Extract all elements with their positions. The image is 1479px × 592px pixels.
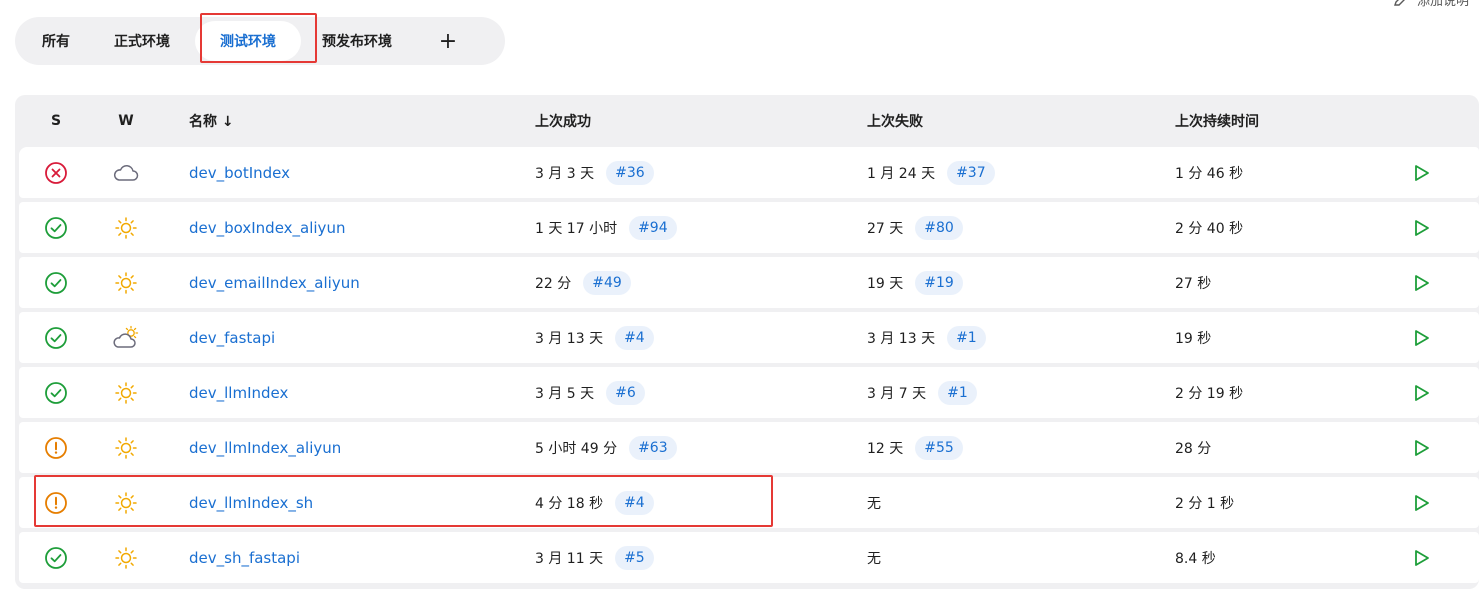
last-duration: 19 秒 (1175, 330, 1212, 347)
jobs-table: S W 名称 ↓ 上次成功 上次失败 上次持续时间 dev_botIndex 3… (15, 95, 1479, 589)
success-status-icon (19, 381, 93, 405)
last-failure-time: 3 月 13 天 (867, 330, 936, 347)
partly-cloudy-icon (93, 325, 159, 351)
run-build-icon[interactable] (1381, 273, 1461, 293)
table-row: dev_boxIndex_aliyun 1 天 17 小时 #94 27 天 #… (19, 202, 1479, 253)
last-success-time: 3 月 3 天 (535, 165, 595, 182)
last-duration: 28 分 (1175, 440, 1212, 457)
add-description-label: 添加说明 (1416, 0, 1469, 9)
header-last-duration[interactable]: 上次持续时间 (1175, 111, 1381, 131)
table-row: dev_llmIndex 3 月 5 天 #6 3 月 7 天 #1 2 分 1… (19, 367, 1479, 418)
job-name-link[interactable]: dev_sh_fastapi (189, 549, 300, 567)
run-build-icon[interactable] (1381, 438, 1461, 458)
last-success-time: 4 分 18 秒 (535, 495, 604, 512)
last-success-time: 5 小时 49 分 (535, 440, 618, 457)
sunny-icon (93, 545, 159, 571)
success-build-link[interactable]: #36 (606, 160, 654, 185)
last-failure-time: 27 天 (867, 220, 904, 237)
last-success-time: 3 月 11 天 (535, 550, 604, 567)
last-failure-time: 19 天 (867, 275, 904, 292)
failure-build-link[interactable]: #1 (947, 325, 986, 350)
last-duration: 2 分 19 秒 (1175, 385, 1244, 402)
header-weather[interactable]: W (93, 113, 159, 129)
sunny-icon (93, 490, 159, 516)
run-build-icon[interactable] (1381, 218, 1461, 238)
unstable-status-icon (19, 491, 93, 515)
tab-test[interactable]: 测试环境 (195, 21, 301, 61)
last-failure-time: 无 (867, 550, 881, 567)
failed-status-icon (19, 161, 93, 185)
header-last-success[interactable]: 上次成功 (535, 111, 867, 131)
header-status[interactable]: S (19, 113, 93, 129)
last-success-time: 1 天 17 小时 (535, 220, 618, 237)
add-description-button[interactable]: 添加说明 (1393, 0, 1469, 9)
last-duration: 2 分 40 秒 (1175, 220, 1244, 237)
run-build-icon[interactable] (1381, 493, 1461, 513)
job-name-link[interactable]: dev_emailIndex_aliyun (189, 274, 360, 292)
unstable-status-icon (19, 436, 93, 460)
table-row: dev_llmIndex_sh 4 分 18 秒 #4 无 2 分 1 秒 (19, 477, 1479, 528)
job-name-link[interactable]: dev_llmIndex_sh (189, 494, 313, 512)
last-duration: 27 秒 (1175, 275, 1212, 292)
tab-staging[interactable]: 预发布环境 (301, 21, 413, 61)
success-status-icon (19, 216, 93, 240)
table-row: dev_emailIndex_aliyun 22 分 #49 19 天 #19 … (19, 257, 1479, 308)
failure-build-link[interactable]: #80 (915, 215, 963, 240)
success-build-link[interactable]: #4 (615, 490, 654, 515)
last-success-time: 3 月 5 天 (535, 385, 595, 402)
run-build-icon[interactable] (1381, 328, 1461, 348)
table-row: dev_botIndex 3 月 3 天 #36 1 月 24 天 #37 1 … (19, 147, 1479, 198)
last-duration: 2 分 1 秒 (1175, 495, 1235, 512)
last-failure-time: 3 月 7 天 (867, 385, 927, 402)
add-view-button[interactable]: + (413, 21, 483, 61)
table-header: S W 名称 ↓ 上次成功 上次失败 上次持续时间 (19, 95, 1479, 147)
run-build-icon[interactable] (1381, 548, 1461, 568)
last-failure-time: 12 天 (867, 440, 904, 457)
failure-build-link[interactable]: #19 (915, 270, 963, 295)
job-name-link[interactable]: dev_botIndex (189, 164, 290, 182)
success-build-link[interactable]: #49 (583, 270, 631, 295)
sunny-icon (93, 270, 159, 296)
view-tabs: 所有 正式环境 测试环境 预发布环境 + (15, 17, 505, 65)
last-duration: 1 分 46 秒 (1175, 165, 1244, 182)
header-name[interactable]: 名称 ↓ (159, 111, 535, 131)
success-status-icon (19, 271, 93, 295)
table-row: dev_llmIndex_aliyun 5 小时 49 分 #63 12 天 #… (19, 422, 1479, 473)
run-build-icon[interactable] (1381, 163, 1461, 183)
job-name-link[interactable]: dev_llmIndex_aliyun (189, 439, 341, 457)
job-name-link[interactable]: dev_llmIndex (189, 384, 288, 402)
success-status-icon (19, 326, 93, 350)
last-failure-time: 1 月 24 天 (867, 165, 936, 182)
failure-build-link[interactable]: #55 (915, 435, 963, 460)
last-duration: 8.4 秒 (1175, 550, 1216, 567)
table-row: dev_fastapi 3 月 13 天 #4 3 月 13 天 #1 19 秒 (19, 312, 1479, 363)
success-build-link[interactable]: #5 (615, 545, 654, 570)
cloudy-icon (93, 162, 159, 184)
last-success-time: 22 分 (535, 275, 572, 292)
pencil-icon (1394, 0, 1405, 6)
header-last-failure[interactable]: 上次失败 (867, 111, 1175, 131)
sunny-icon (93, 380, 159, 406)
success-build-link[interactable]: #4 (615, 325, 654, 350)
tab-all[interactable]: 所有 (23, 21, 89, 61)
tab-production[interactable]: 正式环境 (89, 21, 195, 61)
job-name-link[interactable]: dev_fastapi (189, 329, 275, 347)
last-success-time: 3 月 13 天 (535, 330, 604, 347)
failure-build-link[interactable]: #37 (947, 160, 995, 185)
success-status-icon (19, 546, 93, 570)
failure-build-link[interactable]: #1 (938, 380, 977, 405)
success-build-link[interactable]: #6 (606, 380, 645, 405)
success-build-link[interactable]: #94 (629, 215, 677, 240)
table-row: dev_sh_fastapi 3 月 11 天 #5 无 8.4 秒 (19, 532, 1479, 583)
last-failure-time: 无 (867, 495, 881, 512)
run-build-icon[interactable] (1381, 383, 1461, 403)
sunny-icon (93, 435, 159, 461)
job-name-link[interactable]: dev_boxIndex_aliyun (189, 219, 345, 237)
sunny-icon (93, 215, 159, 241)
success-build-link[interactable]: #63 (629, 435, 677, 460)
